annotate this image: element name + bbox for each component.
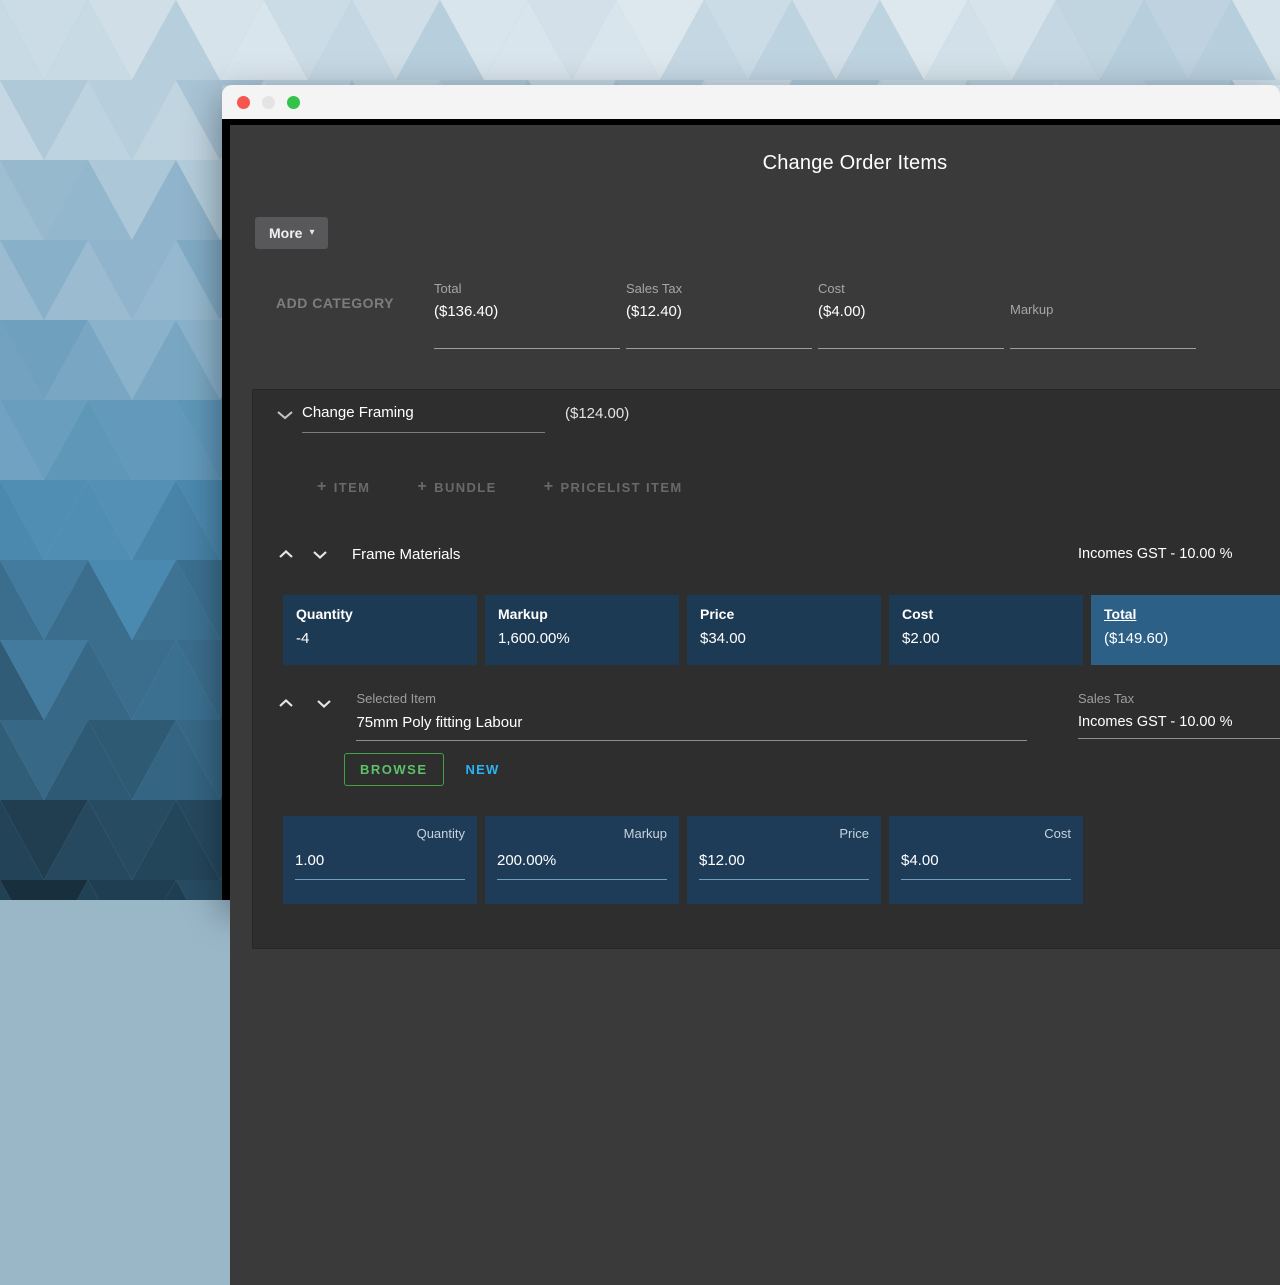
sales-tax-label: Sales Tax	[1078, 691, 1280, 706]
summary-field-value	[1010, 324, 1196, 339]
add-bundle-label: BUNDLE	[434, 480, 497, 495]
group-tax: Incomes GST - 10.00 %	[1078, 546, 1232, 562]
group-name: Frame Materials	[352, 546, 460, 563]
summary-field-value: ($12.40)	[626, 303, 812, 320]
move-item-down-icon[interactable]	[316, 699, 332, 708]
summary-field-value: ($136.40)	[434, 303, 620, 320]
zoom-button[interactable]	[287, 96, 300, 109]
add-bundle-button[interactable]: + BUNDLE	[417, 479, 496, 495]
summary-field-label: Total	[434, 281, 620, 296]
stat-label: Quantity	[296, 606, 464, 622]
more-button[interactable]: More ▾	[255, 217, 328, 249]
move-item-up-icon[interactable]	[278, 699, 294, 708]
summary-field-value: ($4.00)	[818, 303, 1004, 320]
stat-label: Total	[1104, 606, 1272, 622]
category-actions: + ITEM + BUNDLE + PRICELIST ITEM	[317, 479, 1280, 495]
selected-item-label: Selected Item	[356, 691, 1027, 706]
price-input[interactable]: $12.00	[699, 852, 869, 880]
plus-icon: +	[544, 479, 555, 495]
summary-field-markup[interactable]: Markup	[1010, 281, 1196, 349]
item-field-quantity: Quantity 1.00	[283, 816, 477, 904]
stat-label: Markup	[498, 606, 666, 622]
app-window: Change Order Items More ▾ ADD CATEGORY T…	[222, 85, 1280, 900]
item-field-price: Price $12.00	[687, 816, 881, 904]
field-label: Price	[699, 826, 869, 841]
stat-cell-total[interactable]: Total ($149.60)	[1091, 595, 1280, 665]
add-item-label: ITEM	[334, 480, 371, 495]
add-item-button[interactable]: + ITEM	[317, 479, 370, 495]
item-actions: BROWSE NEW	[344, 753, 1280, 786]
plus-icon: +	[317, 479, 328, 495]
item-field-cost: Cost $4.00	[889, 816, 1083, 904]
field-label: Markup	[497, 826, 667, 841]
minimize-button[interactable]	[262, 96, 275, 109]
selected-item-field: Selected Item 75mm Poly fitting Labour	[356, 691, 1027, 741]
summary-field-label: Markup	[1010, 281, 1196, 317]
category-name-input[interactable]: Change Framing	[302, 404, 545, 433]
move-group-down-icon[interactable]	[312, 550, 328, 559]
new-button[interactable]: NEW	[466, 762, 500, 777]
add-pricelist-item-label: PRICELIST ITEM	[560, 480, 682, 495]
markup-input[interactable]: 200.00%	[497, 852, 667, 880]
summary-field-label: Cost	[818, 281, 1004, 296]
add-category-button[interactable]: ADD CATEGORY	[270, 281, 434, 312]
add-pricelist-item-button[interactable]: + PRICELIST ITEM	[544, 479, 683, 495]
summary-field-cost[interactable]: Cost ($4.00)	[818, 281, 1004, 349]
stat-value: $34.00	[700, 630, 868, 647]
stat-value: $2.00	[902, 630, 1070, 647]
group-stats-row: Quantity -4 Markup 1,600.00% Price $34.0…	[283, 595, 1280, 665]
field-label: Quantity	[295, 826, 465, 841]
cost-input[interactable]: $4.00	[901, 852, 1071, 880]
field-label: Cost	[901, 826, 1071, 841]
item-fields-row: Quantity 1.00 Markup 200.00% Price $12.0…	[283, 816, 1280, 904]
stat-label: Cost	[902, 606, 1070, 622]
dialog-title: Change Order Items	[230, 125, 1280, 175]
summary-fields: Total ($136.40) Sales Tax ($12.40) Cost …	[434, 281, 1202, 349]
caret-down-icon: ▾	[309, 228, 314, 238]
summary-row: ADD CATEGORY Total ($136.40) Sales Tax (…	[270, 281, 1280, 349]
category-header: Change Framing ($124.00)	[276, 404, 1280, 433]
stat-value: 1,600.00%	[498, 630, 666, 647]
stat-cell-price[interactable]: Price $34.00	[687, 595, 881, 665]
summary-field-label: Sales Tax	[626, 281, 812, 296]
item-field-markup: Markup 200.00%	[485, 816, 679, 904]
quantity-input[interactable]: 1.00	[295, 852, 465, 880]
selected-item-input[interactable]: 75mm Poly fitting Labour	[356, 714, 1027, 741]
collapse-category-icon[interactable]	[276, 410, 294, 420]
stat-cell-markup[interactable]: Markup 1,600.00%	[485, 595, 679, 665]
change-order-dialog: Change Order Items More ▾ ADD CATEGORY T…	[230, 125, 1280, 1285]
category-panel: Change Framing ($124.00) + ITEM + BUNDLE…	[252, 389, 1280, 949]
selected-item-row: Selected Item 75mm Poly fitting Labour S…	[278, 691, 1280, 741]
window-titlebar	[222, 85, 1280, 119]
sales-tax-select[interactable]: Sales Tax Incomes GST - 10.00 % ▾	[1078, 691, 1280, 739]
more-button-label: More	[269, 225, 302, 241]
close-button[interactable]	[237, 96, 250, 109]
stat-cell-quantity[interactable]: Quantity -4	[283, 595, 477, 665]
stat-value: -4	[296, 630, 464, 647]
app-body: Change Order Items More ▾ ADD CATEGORY T…	[222, 119, 1280, 900]
summary-field-total[interactable]: Total ($136.40)	[434, 281, 620, 349]
category-total: ($124.00)	[565, 404, 629, 422]
summary-field-sales-tax[interactable]: Sales Tax ($12.40)	[626, 281, 812, 349]
plus-icon: +	[417, 479, 428, 495]
stat-value: ($149.60)	[1104, 630, 1272, 647]
sales-tax-value: Incomes GST - 10.00 %	[1078, 714, 1280, 730]
browse-button[interactable]: BROWSE	[344, 753, 444, 786]
group-header: Frame Materials Incomes GST - 10.00 %	[278, 545, 1280, 563]
stat-label: Price	[700, 606, 868, 622]
stat-cell-cost[interactable]: Cost $2.00	[889, 595, 1083, 665]
move-group-up-icon[interactable]	[278, 550, 294, 559]
